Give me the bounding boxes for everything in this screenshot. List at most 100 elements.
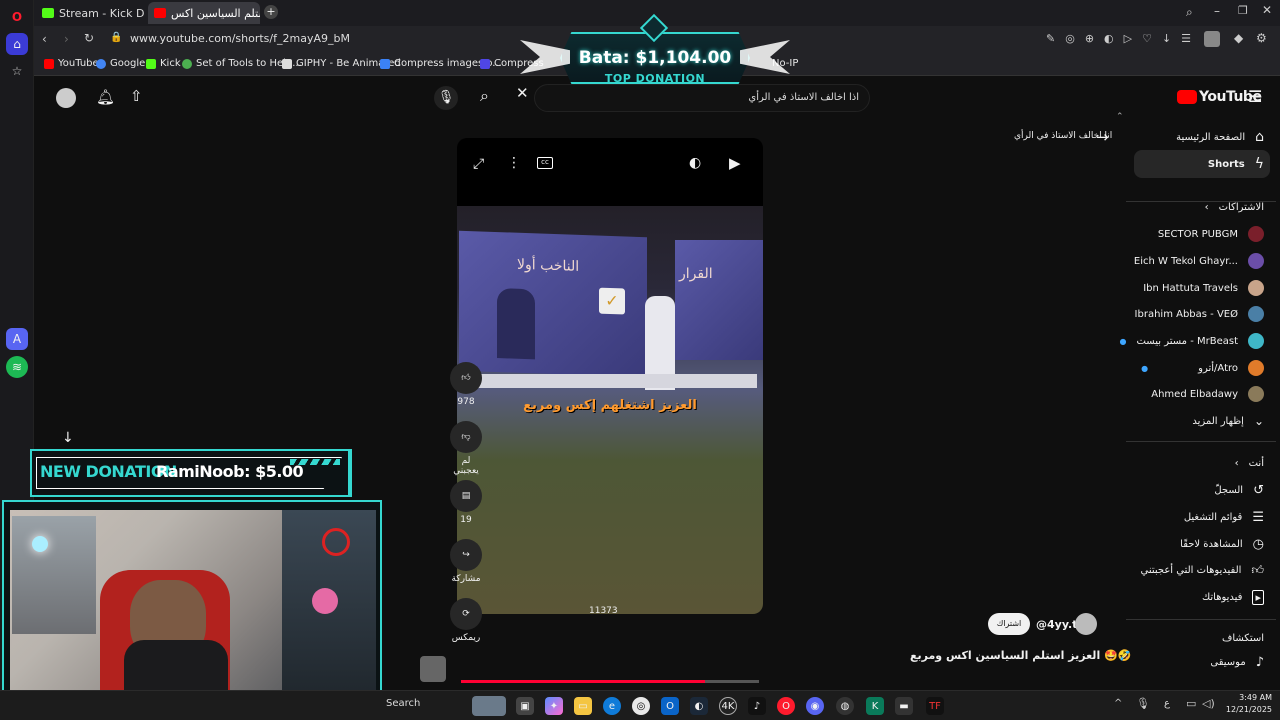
you-item-liked[interactable]: الفيديوهات التي أعجبتني 👍︎ [1140, 557, 1264, 583]
share-button[interactable]: ↪ مشاركة [450, 539, 482, 584]
4k-app-icon[interactable]: 4K [719, 697, 737, 715]
kick-studio-icon[interactable]: K [866, 697, 884, 715]
nav-label: Shorts [1207, 158, 1245, 170]
subscription-item[interactable]: SECTOR PUBGM [1158, 221, 1264, 247]
edge-icon[interactable]: e [603, 697, 621, 715]
search-highlight-image[interactable] [472, 696, 506, 716]
bookmark-google[interactable]: Google [96, 58, 145, 69]
short-video-player[interactable]: ⤢ ⋮ cc ◐ ▶ الناخب أولا ✓ القرار العزيز ا… [457, 138, 763, 614]
account-avatar[interactable] [56, 88, 76, 108]
toolbar-icons[interactable]: ✎◎⊕◐▷♡↓☰ [1046, 32, 1201, 45]
file-explorer-icon[interactable]: ▭ [574, 697, 592, 715]
bookmark-label: Kick [160, 58, 181, 69]
task-view-icon[interactable]: ▣ [516, 697, 534, 715]
url-field[interactable]: www.youtube.com/shorts/f_2mayA9_bM [130, 32, 350, 45]
taskbar: Search ▣ ✦ ▭ e ◎ O ◐ 4K ♪ O ◉ ◍ K ▬ TF ^… [0, 690, 1280, 720]
outlook-icon[interactable]: O [661, 697, 679, 715]
scroll-down-icon[interactable]: ↓ [62, 430, 74, 446]
subscriptions-header[interactable]: ‹ الاشتراكات [1205, 194, 1264, 220]
profile-avatar[interactable] [1204, 31, 1220, 47]
mic-icon[interactable]: 🎙︎ [1136, 697, 1150, 710]
tab-kick-dashboard[interactable]: Stream - Kick Dashboard [36, 2, 144, 24]
language-indicator[interactable]: ع [1164, 698, 1170, 709]
divider [1126, 441, 1276, 442]
voice-search-icon[interactable]: 🎙︎ [434, 86, 458, 110]
you-item-history[interactable]: السجلّ ↺ [1214, 477, 1264, 503]
star-icon[interactable]: ☆ [6, 60, 28, 82]
clock-date[interactable]: 12/21/2025 [1222, 705, 1272, 714]
taskbar-search[interactable]: Search [386, 698, 420, 709]
sound-thumbnail[interactable] [420, 656, 446, 682]
channel-handle[interactable]: @4yy.t [1036, 618, 1077, 631]
comments-button[interactable]: ▤ 19 [450, 480, 482, 525]
you-item-playlists[interactable]: قوائم التشغيل ☰ [1184, 504, 1264, 530]
clock-time[interactable]: 3:49 AM [1222, 693, 1272, 702]
steam-icon[interactable]: ◐ [690, 697, 708, 715]
you-item-watch-later[interactable]: المشاهدة لاحقًا ◷ [1180, 531, 1264, 557]
like-button[interactable]: 👍︎ 978 [450, 362, 482, 407]
menu-icon[interactable]: ☰ [1248, 87, 1262, 106]
minimize-button[interactable]: – [1214, 4, 1220, 18]
video-progress-track[interactable] [461, 680, 759, 683]
collapse-caret-icon[interactable]: ⌃ [1116, 112, 1124, 122]
nav-home[interactable]: الصفحة الرئيسية ⌂ [1176, 124, 1264, 150]
subscription-item[interactable]: Ibrahim Abbas - VEØ [1135, 301, 1264, 327]
spotify-icon[interactable]: ≋ [6, 356, 28, 378]
tiktok-icon[interactable]: ♪ [748, 697, 766, 715]
search-icon[interactable]: ⌕ [480, 86, 489, 106]
subscription-item[interactable]: Ibn Hattuta Travels [1143, 275, 1264, 301]
bookmark-youtube[interactable]: YouTube [44, 58, 99, 69]
you-header[interactable]: ‹ أنت [1235, 450, 1264, 476]
subscription-item[interactable]: Eich W Tekol Ghayr... [1134, 248, 1264, 274]
volume-icon[interactable]: ◐ [689, 155, 701, 171]
chrome-icon[interactable]: ◎ [632, 697, 650, 715]
close-button[interactable]: ✕ [1262, 3, 1272, 17]
you-item-your-videos[interactable]: فيديوهاتك ▸ [1202, 584, 1264, 610]
tab-youtube-short[interactable]: العزيز استلم السياسين اكس [148, 2, 260, 24]
show-more-button[interactable]: إظهار المزيد ⌄ [1192, 408, 1264, 434]
more-options-icon[interactable]: ⋮ [507, 155, 521, 171]
nav-label: الصفحة الرئيسية [1176, 131, 1246, 143]
tab-search-icon[interactable]: ⌕ [1186, 5, 1193, 20]
bookmark-kick[interactable]: Kick [146, 58, 181, 69]
subscribe-button[interactable]: اشتراك [988, 613, 1030, 635]
subscription-item[interactable]: ● أترو/Atro [1141, 355, 1264, 381]
reload-icon[interactable]: ↻ [84, 31, 94, 45]
home-icon[interactable]: ⌂ [6, 33, 28, 55]
fullscreen-icon[interactable]: ⤢ [473, 156, 484, 172]
back-icon[interactable]: ‹ [42, 32, 47, 46]
channel-avatar[interactable] [1075, 613, 1097, 635]
volume-tray-icon[interactable]: ◁) [1202, 697, 1215, 710]
opera-logo-icon[interactable]: O [6, 6, 28, 28]
subscription-item[interactable]: ● مستر بيست - MrBeast [1119, 328, 1264, 354]
dislike-button[interactable]: 👎︎ لم يعجبني [448, 421, 484, 476]
back-arrow-icon[interactable]: → [1096, 128, 1109, 146]
discord-icon[interactable]: ◉ [806, 697, 824, 715]
tray-overflow-icon[interactable]: ^ [1114, 698, 1122, 709]
tf-icon[interactable]: TF [926, 697, 944, 715]
remix-button[interactable]: ⟳ ريمكس [450, 598, 482, 643]
forward-icon[interactable]: › [64, 32, 69, 46]
nav-shorts[interactable]: Shorts ϟ [1208, 151, 1264, 177]
settings-icon[interactable]: ⚙ [1256, 31, 1267, 45]
extensions-icon[interactable]: ◆ [1234, 31, 1243, 45]
new-tab-button[interactable]: + [264, 5, 278, 19]
aria-icon[interactable]: A [6, 328, 28, 350]
restore-button[interactable]: ❐ [1238, 4, 1248, 17]
captions-icon[interactable]: cc [537, 157, 553, 169]
network-icon[interactable]: ▭ [1186, 697, 1196, 710]
video-counter: 11373 [589, 606, 618, 614]
opera-icon[interactable]: O [777, 697, 795, 715]
explore-item-music[interactable]: موسيقى ♪ [1210, 649, 1264, 675]
subscription-item[interactable]: Ahmed Elbadawy [1151, 381, 1264, 407]
copilot-icon[interactable]: ✦ [545, 697, 563, 715]
play-icon[interactable]: ▶ [729, 154, 741, 172]
obs-icon[interactable]: ◍ [836, 697, 854, 715]
youtube-logo-icon[interactable] [1177, 90, 1197, 104]
notifications-icon[interactable]: 🔔︎ [96, 88, 115, 106]
upload-icon[interactable]: ⇧ [130, 87, 143, 105]
flowers [312, 588, 338, 614]
light-glare [32, 536, 48, 552]
sign-right: القرار [675, 240, 763, 360]
app-icon[interactable]: ▬ [895, 697, 913, 715]
